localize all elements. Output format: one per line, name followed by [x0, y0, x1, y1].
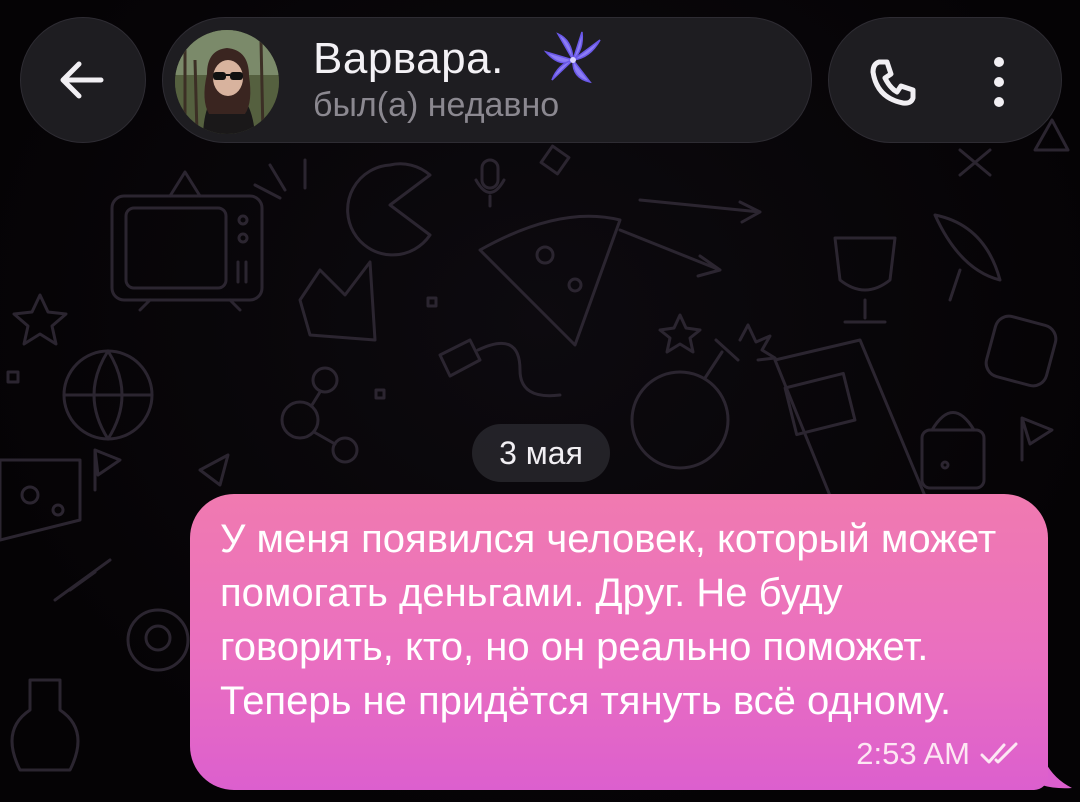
- vertical-dots-icon: [994, 57, 1004, 107]
- chat-screen: Варвара. был(а) недавно 3 мая У меня поя…: [0, 0, 1080, 802]
- header-actions: [828, 17, 1062, 143]
- chat-header[interactable]: Варвара. был(а) недавно: [162, 17, 812, 143]
- date-separator: 3 мая: [472, 424, 610, 482]
- arrow-left-icon: [60, 61, 104, 99]
- profile-photo: [175, 30, 279, 134]
- double-check-icon: [980, 742, 1018, 764]
- back-button[interactable]: [20, 17, 146, 143]
- message-meta: 2:53 AM: [856, 736, 1024, 772]
- lily-flower-icon: [543, 31, 601, 84]
- call-button[interactable]: [853, 42, 933, 122]
- message-time: 2:53 AM: [856, 736, 970, 771]
- outgoing-message-bubble[interactable]: У меня появился человек, который может п…: [190, 494, 1048, 790]
- contact-name: Варвара.: [313, 34, 504, 83]
- phone-icon: [870, 59, 916, 106]
- message-text: У меня появился человек, который может п…: [220, 517, 997, 723]
- more-options-button[interactable]: [959, 42, 1039, 122]
- avatar[interactable]: [175, 30, 279, 134]
- last-seen-status: был(а) недавно: [313, 86, 560, 124]
